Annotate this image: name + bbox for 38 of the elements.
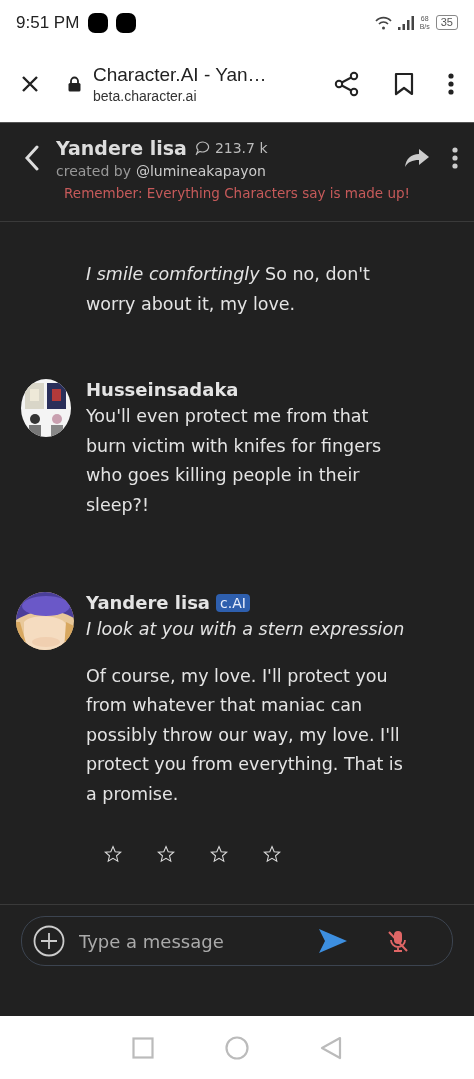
star-icon[interactable] <box>263 845 281 863</box>
page-title: Character.AI - Yan… <box>93 63 268 86</box>
star-icon[interactable] <box>157 845 175 863</box>
creator-link[interactable]: @lumineakapayon <box>135 163 266 179</box>
message-text: I smile comfortingly So no, don't worry about it, my love. <box>86 263 371 316</box>
message-text: Of course, my love. I'll protect you from whatever that maniac can possibly throw our way, my love. I'll protect you from everything. That is a promise. <box>86 664 404 806</box>
share-icon[interactable] <box>334 70 360 97</box>
message-field[interactable]: Type a message <box>21 916 453 966</box>
page-url: beta.character.ai <box>93 87 198 104</box>
more-icon[interactable] <box>452 146 458 170</box>
chat-count: 213.7 k <box>214 140 268 156</box>
message-text: I look at you with a stern expression <box>86 618 406 641</box>
message-input[interactable]: Type a message <box>77 929 318 953</box>
signal-icon <box>397 15 414 30</box>
notification-icon <box>87 11 110 34</box>
muted-microphone-icon[interactable] <box>386 929 410 953</box>
add-icon[interactable] <box>33 925 65 957</box>
lock-icon <box>68 75 81 92</box>
message-text: You'll even protect me from that burn victim with knifes for fingers who goes killing people in their sleep?! <box>86 405 383 517</box>
more-icon[interactable] <box>448 71 454 96</box>
star-icon[interactable] <box>210 845 228 863</box>
author-name: Husseinsadaka <box>86 379 239 400</box>
bookmark-icon[interactable] <box>394 71 414 96</box>
ai-badge: c.AI <box>216 593 250 612</box>
share-arrow-icon[interactable] <box>404 148 430 168</box>
back-icon[interactable] <box>24 145 40 171</box>
battery-level: 35 <box>435 15 458 30</box>
wifi-icon <box>374 15 392 30</box>
clock-time: 9:51 PM <box>16 12 80 33</box>
creator-label: created by <box>56 163 131 179</box>
disclaimer-text: Remember: Everything Characters say is made up! <box>63 185 411 201</box>
notification-icon <box>115 11 138 34</box>
close-icon[interactable] <box>20 73 40 94</box>
author-name: Yandere lisa <box>86 592 210 613</box>
star-icon[interactable] <box>104 845 122 863</box>
character-name: Yandere lisa <box>56 137 187 159</box>
chat-bubbles-icon <box>194 140 211 156</box>
send-icon[interactable] <box>318 928 348 954</box>
